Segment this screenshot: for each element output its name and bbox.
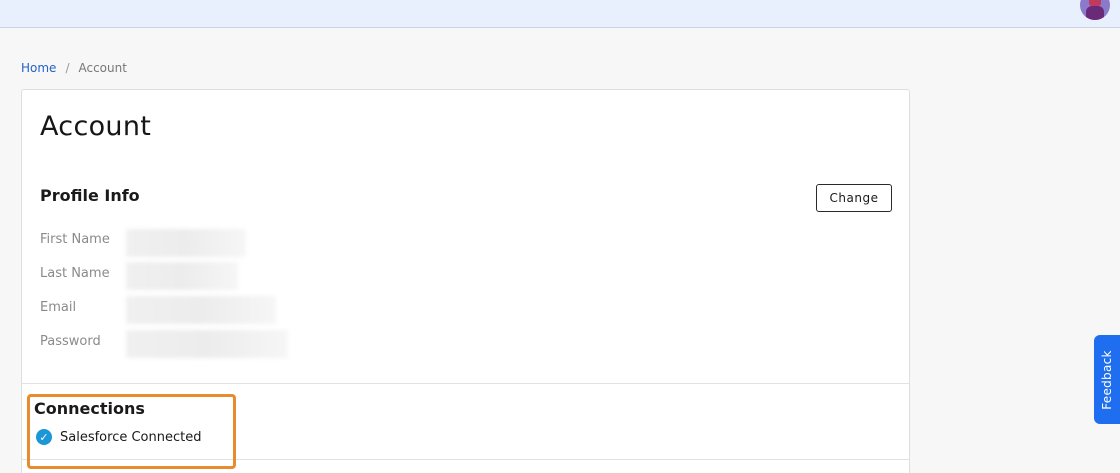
- email-value-redacted: [126, 296, 276, 324]
- account-card: Account Profile Info Change First Name L…: [21, 89, 910, 473]
- email-label: Email: [40, 300, 77, 315]
- check-circle-icon: ✓: [36, 429, 52, 445]
- last-name-value-redacted: [126, 262, 238, 290]
- salesforce-connection-status: ✓ Salesforce Connected: [36, 429, 201, 445]
- page-title: Account: [40, 111, 152, 142]
- profile-info-title: Profile Info: [40, 186, 140, 205]
- breadcrumb-home-link[interactable]: Home: [21, 61, 56, 75]
- password-value-redacted: [126, 330, 288, 358]
- connections-title: Connections: [34, 399, 145, 418]
- password-label: Password: [40, 334, 101, 349]
- feedback-tab-button[interactable]: Feedback: [1094, 335, 1120, 424]
- salesforce-connected-label: Salesforce Connected: [60, 429, 202, 445]
- last-name-label: Last Name: [40, 266, 110, 281]
- avatar-body-shape: [1086, 6, 1104, 20]
- top-header-bar: [0, 0, 1120, 28]
- change-profile-button[interactable]: Change: [816, 184, 892, 212]
- section-divider: [22, 383, 909, 384]
- user-avatar[interactable]: [1080, 0, 1110, 20]
- breadcrumb-separator: /: [65, 61, 70, 75]
- section-divider-bottom: [22, 459, 909, 460]
- first-name-label: First Name: [40, 232, 110, 247]
- breadcrumb: Home / Account: [21, 60, 127, 76]
- breadcrumb-current: Account: [78, 61, 127, 75]
- feedback-label: Feedback: [1100, 349, 1115, 410]
- first-name-value-redacted: [126, 229, 246, 257]
